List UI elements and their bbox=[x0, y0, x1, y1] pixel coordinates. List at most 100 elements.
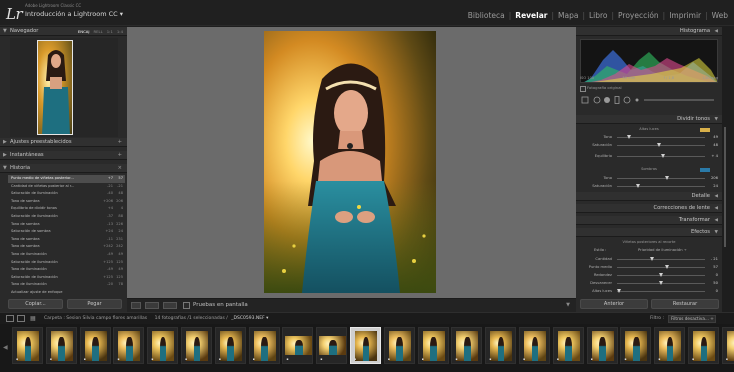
history-row[interactable]: Tono de iluminación -49 49 bbox=[8, 266, 125, 274]
filmstrip-thumb[interactable]: ▪ bbox=[113, 327, 145, 364]
history-row[interactable]: Cantidad de viñetas posterior al r... -21… bbox=[8, 183, 125, 191]
slider-value[interactable]: - 21 bbox=[711, 256, 718, 263]
slider-track[interactable] bbox=[617, 176, 705, 180]
filmstrip-thumb[interactable]: ▪ bbox=[214, 327, 246, 364]
zoom-mode-1[interactable]: ENCAJ bbox=[78, 27, 90, 36]
filmstrip-thumb[interactable]: ▪ bbox=[451, 327, 483, 364]
filmstrip-thumb[interactable]: ▪ bbox=[350, 327, 381, 364]
main-photo[interactable] bbox=[264, 31, 436, 293]
loupe-view-icon[interactable] bbox=[131, 302, 141, 309]
swap-view-icon[interactable] bbox=[163, 302, 177, 309]
history-row[interactable]: Tono de sombra -11 231 bbox=[8, 236, 125, 244]
slider-handle[interactable] bbox=[659, 281, 663, 285]
navigator-preview[interactable] bbox=[10, 38, 118, 137]
history-row[interactable]: Saturación de iluminación +125 125 bbox=[8, 259, 125, 267]
zoom-mode-2[interactable]: RELL bbox=[93, 27, 102, 36]
slider-handle[interactable] bbox=[636, 184, 641, 188]
history-row[interactable]: Actualizar ajuste de enfoque bbox=[8, 289, 125, 297]
split-toning-header[interactable]: Dividir tonos ▼ bbox=[576, 115, 722, 124]
history-row[interactable]: Equilibrio de dividir tonos +4 4 bbox=[8, 205, 125, 213]
module-2[interactable]: Revelar bbox=[515, 11, 547, 20]
main-window-icon[interactable] bbox=[6, 315, 14, 322]
history-row[interactable]: Saturación de iluminación -40 48 bbox=[8, 190, 125, 198]
grid-view-icon[interactable]: ▦ bbox=[30, 315, 36, 322]
histogram-header[interactable]: Histograma ◀ bbox=[576, 27, 722, 36]
slider-track[interactable] bbox=[617, 281, 705, 285]
soft-proof-checkbox[interactable] bbox=[183, 302, 190, 309]
navigator-thumbnail[interactable] bbox=[37, 40, 73, 135]
filmstrip-thumb[interactable]: ▪ bbox=[519, 327, 550, 364]
filmstrip-thumb[interactable]: ▪ bbox=[383, 327, 415, 364]
effects-header[interactable]: Efectos ▼ bbox=[576, 228, 722, 237]
vignette-style-select[interactable]: Prioridad de iluminación ÷ bbox=[638, 248, 687, 252]
shadow-color-swatch[interactable] bbox=[700, 168, 710, 172]
slider-handle[interactable] bbox=[657, 143, 662, 147]
module-4[interactable]: Libro bbox=[589, 11, 608, 20]
module-6[interactable]: Imprimir bbox=[669, 11, 701, 20]
slider-handle[interactable] bbox=[665, 176, 670, 180]
slider-value[interactable]: 57 bbox=[713, 264, 718, 271]
slider-handle[interactable] bbox=[659, 273, 663, 277]
module-5[interactable]: Proyección bbox=[618, 11, 659, 20]
scrollbar-thumb[interactable] bbox=[724, 127, 726, 247]
slider-handle[interactable] bbox=[616, 289, 621, 293]
slider-track[interactable] bbox=[617, 265, 705, 269]
filmstrip-thumb[interactable]: ▪ bbox=[147, 327, 179, 364]
add-preset-icon[interactable]: + bbox=[118, 138, 122, 147]
slider-handle[interactable] bbox=[665, 265, 670, 269]
before-after-icon[interactable] bbox=[145, 302, 159, 309]
filmstrip-thumb[interactable]: ▪ bbox=[654, 327, 686, 364]
catalog-title[interactable]: Introducción a Lightroom CC ▾ bbox=[25, 10, 123, 18]
filmstrip-thumb[interactable]: ▪ bbox=[586, 327, 618, 364]
slider-track[interactable] bbox=[617, 273, 705, 277]
slider-value[interactable]: 0 bbox=[716, 272, 718, 279]
filter-select[interactable]: Filtros desactiva... ÷ bbox=[668, 315, 716, 323]
module-7[interactable]: Web bbox=[712, 11, 728, 20]
slider-value[interactable]: 206 bbox=[711, 175, 718, 182]
lens-corrections-header[interactable]: Correcciones de lente ◀ bbox=[576, 204, 722, 213]
copy-button[interactable]: Copiar... bbox=[8, 299, 63, 309]
history-row[interactable]: Saturación de iluminación +125 125 bbox=[8, 274, 125, 282]
slider-track[interactable] bbox=[617, 135, 705, 139]
previous-button[interactable]: Anterior bbox=[580, 299, 648, 309]
filmstrip-thumb[interactable]: ▪ bbox=[248, 327, 280, 364]
filmstrip-thumb[interactable]: ▪ bbox=[688, 327, 719, 364]
filmstrip-thumb[interactable]: ▪ bbox=[552, 327, 584, 364]
slider-value[interactable]: 48 bbox=[713, 142, 718, 149]
slider-value[interactable]: 0 bbox=[716, 288, 718, 295]
slider-value[interactable]: 24 bbox=[713, 183, 718, 190]
filmstrip-thumb[interactable]: ▪ bbox=[79, 327, 111, 364]
clear-history-icon[interactable]: × bbox=[118, 164, 122, 173]
filmstrip-thumb[interactable]: ▪ bbox=[417, 327, 449, 364]
snapshots-header[interactable]: ▶ Instantáneas + bbox=[0, 151, 127, 160]
slider-handle[interactable] bbox=[660, 154, 665, 158]
filmstrip-thumb[interactable]: ▪ bbox=[721, 327, 734, 364]
slider-track[interactable] bbox=[616, 289, 705, 293]
photo-canvas[interactable] bbox=[127, 27, 576, 298]
filmstrip-thumb[interactable]: ▪ bbox=[316, 327, 348, 364]
history-row[interactable]: Saturación de iluminación -37 88 bbox=[8, 213, 125, 221]
add-snapshot-icon[interactable]: + bbox=[118, 151, 122, 160]
history-row[interactable]: Tono de sombra -13 226 bbox=[8, 221, 125, 229]
slider-track[interactable] bbox=[617, 154, 705, 158]
filmstrip-source[interactable]: Carpeta : Sesion Silvia campo flores ama… bbox=[44, 316, 268, 321]
history-row[interactable]: Tono de iluminación -20 78 bbox=[8, 281, 125, 289]
paste-button[interactable]: Pegar bbox=[67, 299, 122, 309]
second-window-icon[interactable] bbox=[17, 315, 25, 322]
slider-track[interactable] bbox=[617, 184, 705, 188]
zoom-mode-4[interactable]: 1:4 bbox=[117, 27, 123, 36]
history-row[interactable]: Tono de sombra +206 206 bbox=[8, 198, 125, 206]
highlight-color-swatch[interactable] bbox=[700, 128, 710, 132]
filmstrip-thumb[interactable]: ▪ bbox=[485, 327, 517, 364]
history-row[interactable]: Punto medio de viñetas posterior... +7 57 bbox=[8, 175, 125, 183]
history-row[interactable]: Tono de sombra +242 242 bbox=[8, 243, 125, 251]
slider-track[interactable] bbox=[617, 257, 705, 261]
slider-value[interactable]: 49 bbox=[713, 134, 718, 141]
detail-header[interactable]: Detalle ◀ bbox=[576, 192, 722, 201]
filmstrip-thumb[interactable]: ▪ bbox=[620, 327, 652, 364]
filmstrip-left-icon[interactable]: ◀ bbox=[3, 344, 8, 351]
module-1[interactable]: Biblioteca bbox=[468, 11, 505, 20]
filmstrip-thumb[interactable]: ▪ bbox=[282, 327, 314, 364]
filmstrip-thumb[interactable]: ▪ bbox=[45, 327, 77, 364]
zoom-mode-3[interactable]: 1:1 bbox=[107, 27, 113, 36]
